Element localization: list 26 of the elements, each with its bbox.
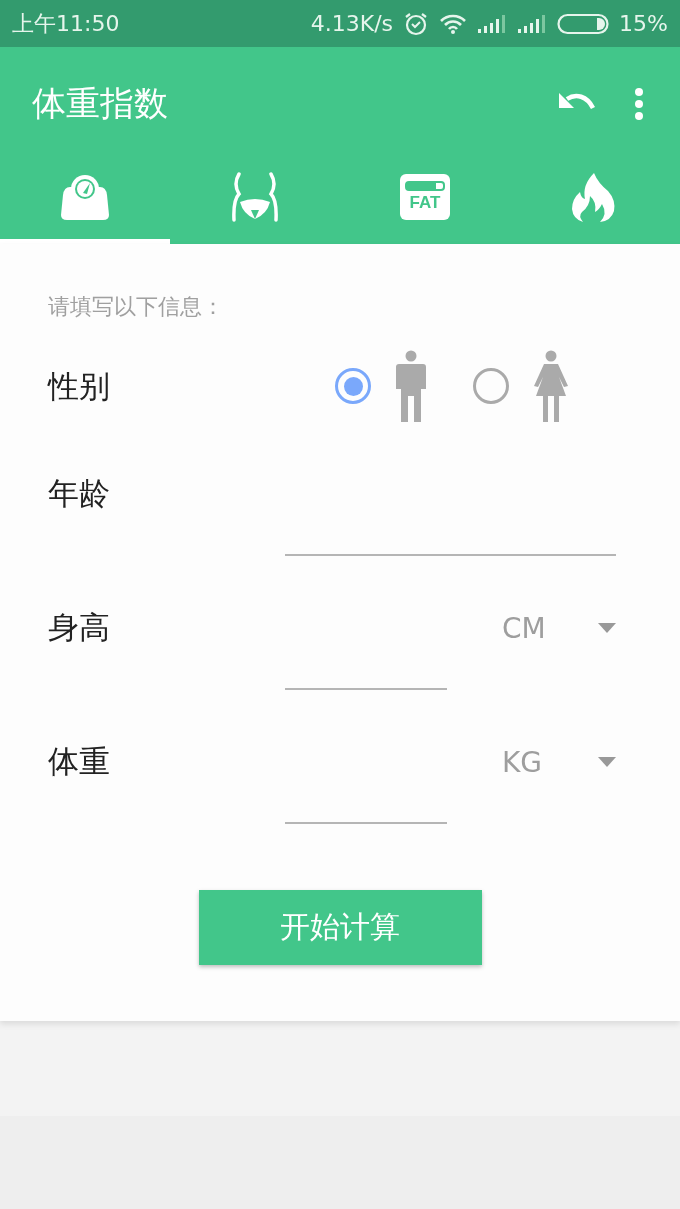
- fat-icon: FAT: [400, 173, 450, 220]
- radio-button[interactable]: [335, 368, 371, 404]
- form-hint: 请填写以下信息：: [48, 293, 224, 321]
- field-label: 身高: [48, 608, 111, 647]
- female-figure-icon: [533, 350, 569, 422]
- field-label: 年龄: [48, 474, 111, 513]
- wifi-icon: [439, 12, 468, 35]
- dropdown-arrow-icon: [598, 623, 616, 633]
- field-label: 性别: [48, 367, 111, 406]
- body-waist-icon: [230, 171, 280, 222]
- battery-level: 15%: [619, 11, 668, 36]
- unit-dropdown[interactable]: CM: [502, 611, 616, 645]
- unit-dropdown[interactable]: KG: [502, 745, 616, 779]
- signal-icon: [517, 13, 548, 34]
- more-options-icon[interactable]: [634, 86, 644, 121]
- dropdown-arrow-icon: [598, 757, 616, 767]
- scale-icon: [60, 172, 110, 221]
- radio-button[interactable]: [473, 368, 509, 404]
- network-speed: 4.13K/s: [310, 11, 394, 36]
- battery-icon: [557, 12, 610, 35]
- app-title: 体重指数: [32, 81, 168, 125]
- calculate-button[interactable]: 开始计算: [198, 890, 482, 965]
- status-time: 上午11:50: [12, 9, 120, 38]
- signal-icon: [477, 13, 508, 34]
- field-label: 体重: [48, 742, 111, 781]
- male-figure-icon: [395, 350, 427, 422]
